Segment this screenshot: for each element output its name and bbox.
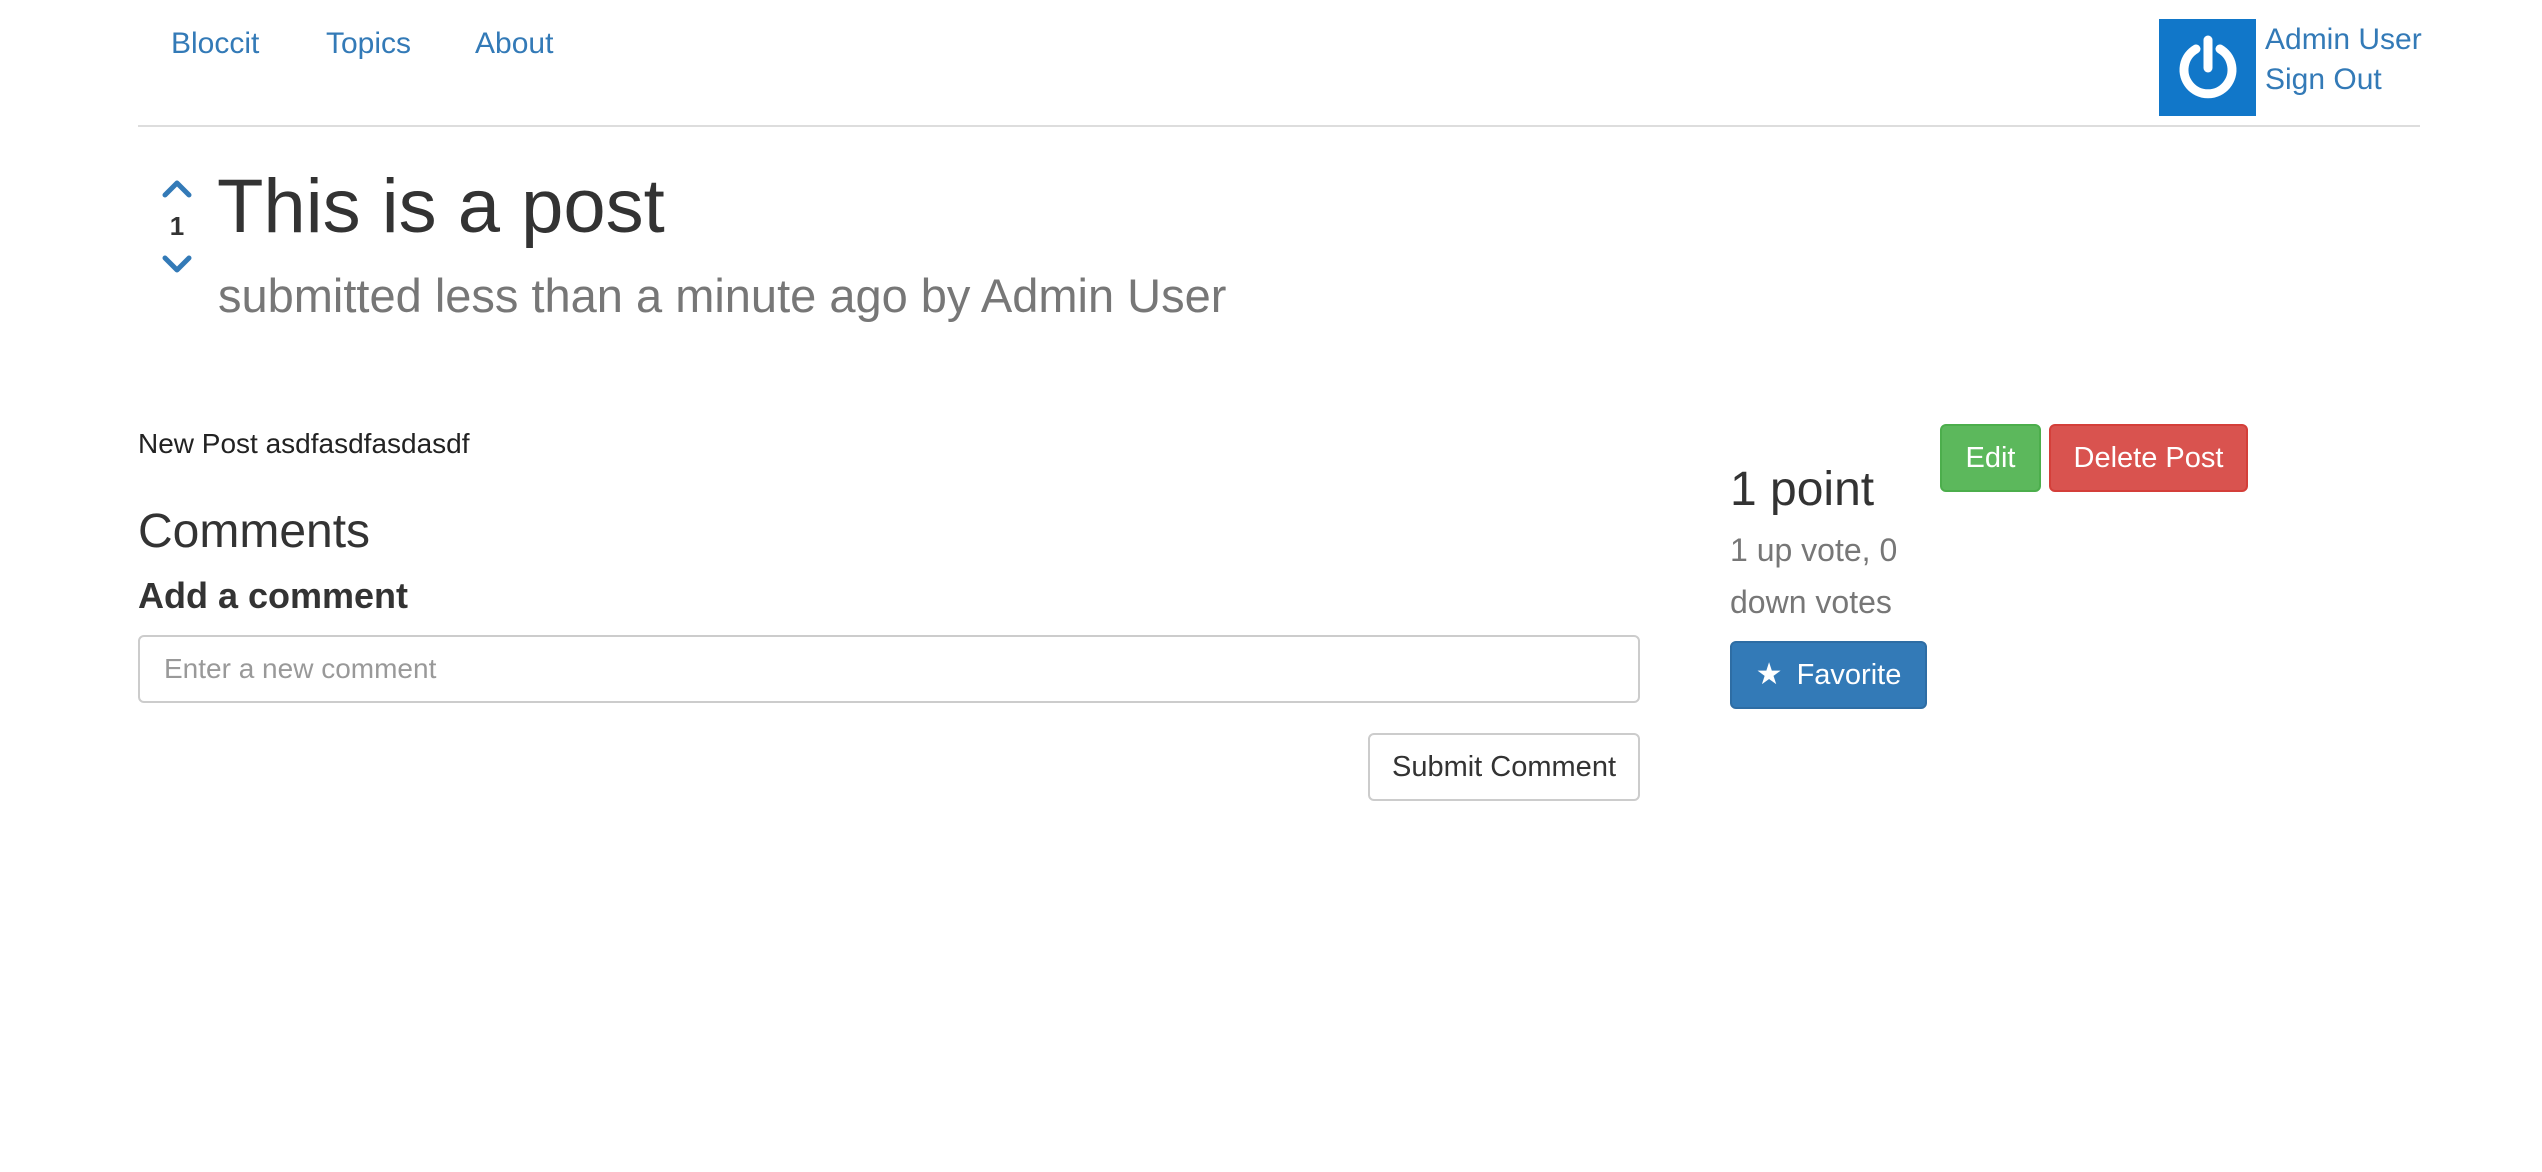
user-name-link[interactable]: Admin User	[2265, 22, 2422, 58]
comments-heading: Comments	[138, 505, 371, 558]
delete-post-button[interactable]: Delete Post	[2049, 424, 2248, 492]
nav-brand-link[interactable]: Bloccit	[171, 26, 259, 62]
page: Bloccit Topics About Admin User Sign Out…	[0, 0, 2542, 1172]
vote-count: 1	[169, 211, 185, 241]
post-meta: submitted less than a minute ago by Admi…	[218, 269, 1227, 322]
favorite-button[interactable]: ★ Favorite	[1730, 641, 1927, 709]
add-comment-heading: Add a comment	[138, 575, 409, 616]
nav-divider	[138, 125, 2420, 127]
post-title: This is a post	[217, 164, 665, 249]
nav-link-topics[interactable]: Topics	[326, 26, 411, 62]
edit-button[interactable]: Edit	[1940, 424, 2041, 492]
downvote-chevron-down-icon[interactable]	[160, 253, 194, 277]
star-icon: ★	[1755, 658, 1783, 691]
points-total: 1 point	[1730, 463, 1875, 516]
power-icon	[2179, 35, 2236, 98]
submit-comment-button[interactable]: Submit Comment	[1368, 733, 1640, 801]
favorite-label: Favorite	[1796, 658, 1902, 691]
comment-input[interactable]	[138, 635, 1640, 703]
nav-link-about[interactable]: About	[475, 26, 553, 62]
sign-out-link[interactable]: Sign Out	[2265, 62, 2382, 98]
vote-breakdown-line2: down votes	[1730, 584, 1892, 620]
avatar[interactable]	[2159, 19, 2256, 116]
upvote-chevron-up-icon[interactable]	[160, 176, 194, 200]
vote-breakdown-line1: 1 up vote, 0	[1730, 532, 1898, 568]
post-body: New Post asdfasdfasdasdf	[138, 428, 470, 459]
